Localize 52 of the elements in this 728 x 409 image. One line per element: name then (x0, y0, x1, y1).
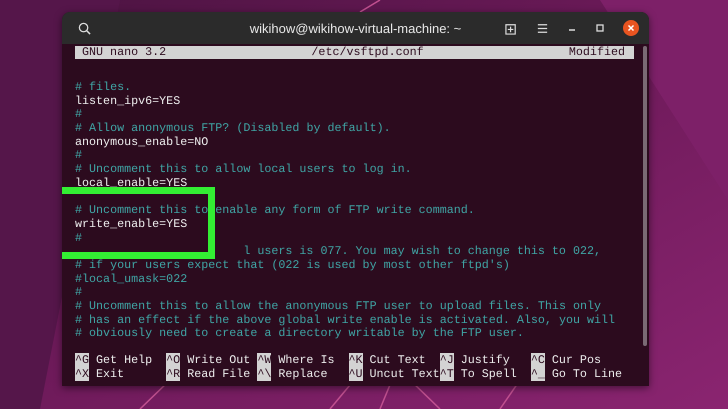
search-icon[interactable] (78, 22, 91, 34)
comment-line: # (75, 148, 82, 162)
comment-line: # has an effect if the above global write enable is activated. Also, you will (75, 312, 616, 327)
comment-line: #local_umask=022 (75, 272, 188, 286)
config-line: local_enable=YES (75, 176, 188, 190)
comment-line: l users is 077. You may wish to change this to 022, (242, 244, 602, 258)
comment-line: # (75, 285, 82, 300)
close-icon[interactable] (623, 20, 639, 36)
scrollbar[interactable] (643, 46, 647, 346)
shortcut-label: Cut Text (370, 353, 426, 368)
shortcut-label: Replace (278, 367, 328, 382)
shortcut-key: ^_ (530, 367, 545, 382)
shortcut-label: Exit (96, 367, 124, 382)
shortcut-label: Where Is (278, 353, 334, 368)
comment-line: # (75, 230, 82, 245)
comment-line: # files. (75, 80, 132, 94)
comment-line: # Uncomment this to enable any form of FTP write command. (75, 203, 475, 218)
comment-line: # Uncomment this to allow local users to log in. (75, 162, 412, 176)
config-line: write_enable=YES (75, 216, 188, 231)
comment-line: # Allow anonymous FTP? (Disabled by default). (75, 121, 391, 136)
menu-icon[interactable] (536, 22, 549, 34)
shortcut-key: ^X (75, 367, 90, 382)
shortcut-key: ^U (348, 367, 363, 382)
comment-line: # Uncomment this to allow the anonymous FTP user to upload files. This only (75, 299, 602, 313)
window-title: wikihow@wikihow-virtual-machine: ~ (248, 20, 462, 36)
shortcut-label: Uncut Text (370, 367, 440, 382)
file-name: /etc/vsftpd.conf (311, 46, 424, 59)
shortcut-key: ^O (166, 353, 180, 368)
shortcut-label: Read File (187, 367, 250, 382)
comment-line: # (75, 107, 82, 122)
shortcut-key: ^W (257, 353, 272, 368)
shortcut-label: Get Help (96, 353, 152, 368)
shortcut-label: Cur Pos (552, 353, 601, 368)
config-line: anonymous_enable=NO (75, 134, 208, 149)
shortcut-label: Go To Line (552, 367, 622, 382)
shortcut-label: Justify (460, 353, 510, 368)
shortcut-key: ^\ (257, 367, 272, 382)
shortcut-key: ^G (75, 353, 90, 368)
new-tab-icon[interactable] (505, 22, 518, 34)
shortcut-key: ^J (440, 353, 454, 368)
shortcut-label: To Spell (460, 367, 517, 382)
shortcut-key: ^K (348, 353, 363, 368)
comment-line: # obviously need to create a directory writable by the FTP user. (75, 326, 524, 340)
maximize-icon[interactable] (595, 23, 605, 33)
shortcut-label: Write Out (187, 353, 250, 368)
shortcut-key: ^T (440, 367, 454, 382)
app-version: GNU nano 3.2 (82, 46, 166, 59)
modified-status: Modified (568, 46, 625, 59)
shortcut-key: ^C (530, 353, 545, 368)
comment-line: # if your users expect that (022 is used by most other ftpd's) (75, 258, 510, 272)
shortcut-key: ^R (166, 367, 180, 382)
config-line: listen_ipv6=YES (75, 94, 180, 108)
